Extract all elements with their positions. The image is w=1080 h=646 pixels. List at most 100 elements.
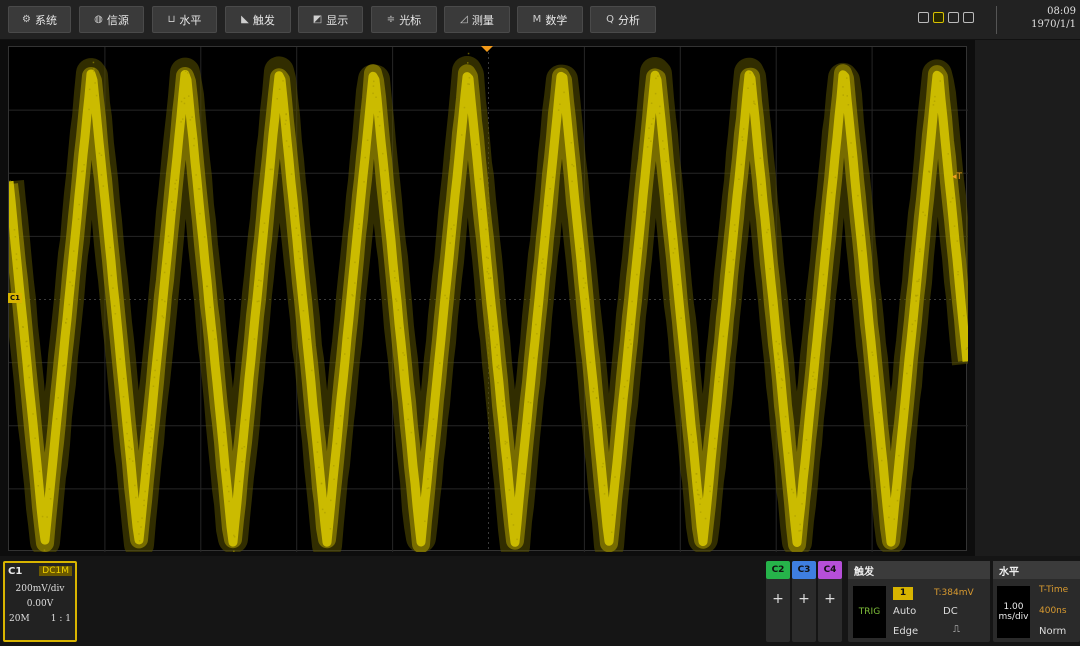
channel3-button[interactable]: C3 + xyxy=(792,561,816,642)
menu-label: 数学 xyxy=(545,13,568,27)
menu-math-button[interactable]: M 数学 xyxy=(517,6,583,33)
waveform-noise xyxy=(888,505,891,507)
waveform-noise xyxy=(399,327,402,329)
add-channel4-icon: + xyxy=(824,591,836,607)
waveform-noise xyxy=(34,437,36,439)
trigger-panel[interactable]: 触发 TRIG 1 T:384mV Auto DC Edge ⎍ xyxy=(848,561,990,642)
waveform-noise xyxy=(502,405,504,407)
horizontal-panel[interactable]: 水平 1.00 ms/div T-Time 400ns Norm xyxy=(993,561,1080,642)
waveform-noise xyxy=(193,137,195,140)
waveform-noise xyxy=(92,61,95,64)
waveform-noise xyxy=(463,106,466,109)
menu-label: 显示 xyxy=(326,13,349,27)
waveform-noise xyxy=(658,112,661,115)
waveform-noise xyxy=(494,346,496,349)
waveform-noise xyxy=(132,460,134,462)
waveform-display[interactable] xyxy=(8,46,968,552)
menu-system-button[interactable]: ⚙ 系统 xyxy=(8,6,71,33)
waveform-noise xyxy=(911,323,914,326)
waveform-noise xyxy=(14,236,17,238)
message-icon[interactable] xyxy=(963,12,974,23)
menu-measure-button[interactable]: ◿ 测量 xyxy=(444,6,510,33)
menu-horizontal-button[interactable]: ⊔ 水平 xyxy=(152,6,217,33)
waveform-noise xyxy=(226,485,229,488)
trigger-position-marker[interactable] xyxy=(481,46,493,52)
screen-icon[interactable] xyxy=(933,12,944,23)
waveform-noise xyxy=(354,282,356,284)
trigger-level-marker[interactable]: ◂T xyxy=(952,172,962,182)
waveform-noise xyxy=(38,470,41,473)
waveform-noise xyxy=(857,194,859,197)
waveform-noise xyxy=(110,274,113,277)
waveform-noise xyxy=(953,225,956,227)
waveform-noise xyxy=(533,357,535,359)
waveform-noise xyxy=(963,314,965,317)
waveform-noise xyxy=(813,387,815,390)
waveform-noise xyxy=(432,418,435,420)
waveform-noise xyxy=(508,468,510,470)
trigger-coupling: DC xyxy=(943,606,958,617)
waveform-noise xyxy=(487,257,489,259)
waveform-noise xyxy=(846,77,848,79)
waveform-noise xyxy=(527,401,530,403)
channel1-offset-marker[interactable]: C1 xyxy=(8,293,23,303)
waveform-noise xyxy=(364,156,366,159)
waveform-noise xyxy=(939,80,941,82)
waveform-noise xyxy=(431,435,434,437)
menu-label: 水平 xyxy=(179,13,202,27)
menu-source-button[interactable]: ◍ 信源 xyxy=(79,6,144,33)
horizontal-panel-title: 水平 xyxy=(993,561,1080,579)
waveform-noise xyxy=(523,473,525,475)
waveform-noise xyxy=(516,538,518,541)
waveform-noise xyxy=(543,267,545,270)
waveform-noise xyxy=(467,83,469,85)
waveform-noise xyxy=(284,123,287,125)
waveform-noise xyxy=(659,105,661,108)
waveform-noise xyxy=(791,488,793,491)
waveform-noise xyxy=(622,397,625,400)
acquisition-mode: Norm xyxy=(1039,626,1067,637)
waveform-noise xyxy=(378,124,381,127)
menu-display-button[interactable]: ◩ 显示 xyxy=(298,6,363,33)
waveform-noise xyxy=(529,402,532,404)
menu-cursor-button[interactable]: ≑ 光标 xyxy=(371,6,437,33)
waveform-noise xyxy=(175,179,178,181)
waveform-noise xyxy=(657,75,659,77)
waveform-noise xyxy=(602,462,604,465)
waveform-noise xyxy=(730,250,732,253)
waveform-noise xyxy=(501,400,504,402)
waveform-noise xyxy=(957,273,959,276)
waveform-noise xyxy=(893,518,895,520)
waveform-noise xyxy=(630,343,632,345)
lock-icon[interactable] xyxy=(918,12,929,23)
channel2-button[interactable]: C2 + xyxy=(766,561,790,642)
waveform-noise xyxy=(94,82,96,84)
menu-analysis-button[interactable]: Q 分析 xyxy=(590,6,656,33)
waveform-noise xyxy=(572,165,575,167)
waveform-noise xyxy=(881,459,883,462)
waveform-noise xyxy=(878,411,880,414)
waveform-noise xyxy=(872,354,874,356)
waveform-noise xyxy=(288,145,290,148)
waveform-noise xyxy=(384,169,386,172)
waveform-noise xyxy=(820,308,822,311)
menu-trigger-button[interactable]: ◣ 触发 xyxy=(225,6,291,33)
waveform-noise xyxy=(168,241,170,244)
waveform-noise xyxy=(487,267,489,270)
waveform-noise xyxy=(549,188,551,190)
waveform-noise xyxy=(191,116,193,118)
waveform-noise xyxy=(214,338,216,340)
channel4-button[interactable]: C4 + xyxy=(818,561,842,642)
waveform-noise xyxy=(147,464,149,466)
waveform-noise xyxy=(741,136,743,138)
waveform-noise xyxy=(512,524,515,526)
waveform-noise xyxy=(497,382,499,384)
waveform-noise xyxy=(740,163,743,166)
channel1-panel[interactable]: C1 DC1M 200mV/div 0.00V 20M 1 : 1 xyxy=(3,561,77,642)
waveform-noise xyxy=(814,378,816,381)
waveform-noise xyxy=(752,83,754,85)
waveform-noise xyxy=(131,448,133,450)
network-icon[interactable] xyxy=(948,12,959,23)
waveform-noise xyxy=(922,211,924,213)
waveform-noise xyxy=(222,444,225,447)
